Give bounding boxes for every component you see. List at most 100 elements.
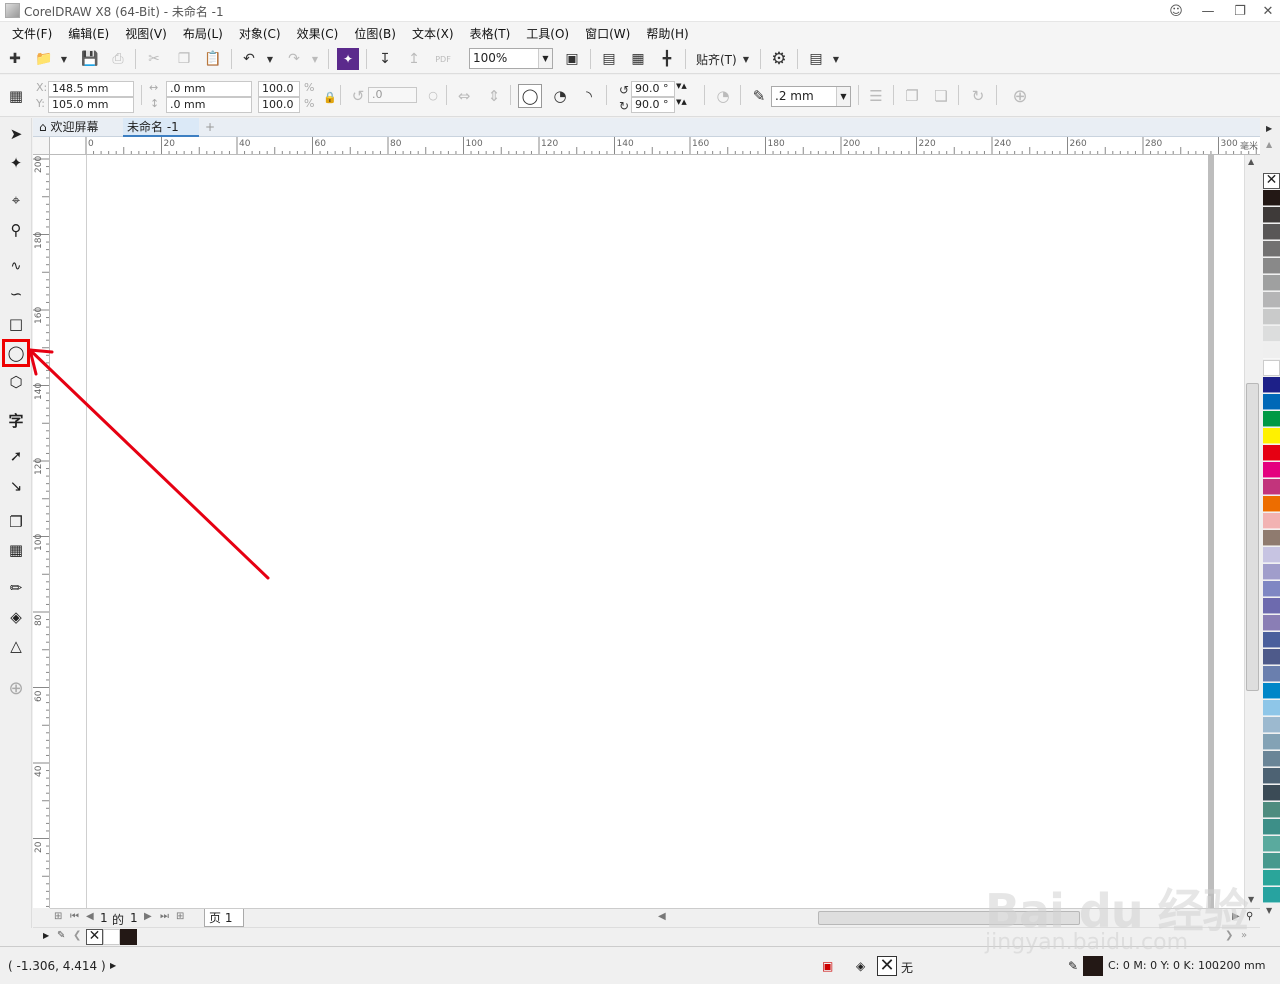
change-direction-icon[interactable]: ◔ bbox=[711, 84, 735, 108]
drop-shadow-tool-icon[interactable]: ❐ bbox=[4, 510, 28, 534]
palette-swatch[interactable] bbox=[1263, 496, 1280, 512]
tab-document[interactable]: 未命名 -1 bbox=[123, 118, 199, 137]
import-icon[interactable]: ↧ bbox=[374, 48, 396, 70]
docpal-scroll-left-icon[interactable]: ❮ bbox=[73, 930, 81, 941]
vertical-scrollbar[interactable]: ▲ ▼ bbox=[1244, 155, 1260, 908]
palette-swatch[interactable] bbox=[1263, 598, 1280, 614]
menu-tools[interactable]: 工具(O) bbox=[518, 25, 577, 42]
mirror-vertical-icon[interactable]: ⇕ bbox=[482, 84, 506, 108]
ruler-origin[interactable] bbox=[33, 137, 50, 155]
first-page-icon[interactable]: ⏮ bbox=[70, 911, 79, 922]
object-origin-icon[interactable]: ▦ bbox=[4, 84, 28, 108]
palette-swatch[interactable] bbox=[1263, 479, 1280, 495]
close-button[interactable]: ✕ bbox=[1252, 0, 1280, 22]
palette-swatch[interactable] bbox=[1263, 887, 1280, 903]
docpal-white-swatch[interactable] bbox=[103, 929, 120, 945]
undo-dropdown-icon[interactable]: ▼ bbox=[266, 52, 274, 66]
scroll-up-icon[interactable]: ▲ bbox=[1248, 157, 1254, 166]
palette-swatch[interactable] bbox=[1263, 343, 1280, 359]
palette-swatch[interactable] bbox=[1263, 411, 1280, 427]
palette-swatch[interactable] bbox=[1263, 615, 1280, 631]
palette-swatch[interactable] bbox=[1263, 445, 1280, 461]
color-eyedropper-tool-icon[interactable]: ✏ bbox=[4, 576, 28, 600]
hscroll-left-icon[interactable]: ◀ bbox=[658, 911, 666, 922]
palette-swatch[interactable] bbox=[1263, 581, 1280, 597]
palette-swatch[interactable] bbox=[1263, 717, 1280, 733]
rotation-angle-field[interactable]: .0 bbox=[368, 87, 417, 103]
fill-none-swatch[interactable]: ✕ bbox=[877, 956, 897, 976]
wrap-text-icon[interactable]: ☰ bbox=[864, 84, 888, 108]
docpal-no-color-swatch[interactable]: ✕ bbox=[86, 929, 103, 945]
palette-swatch[interactable] bbox=[1263, 666, 1280, 682]
x-position-field[interactable]: 148.5 mm bbox=[48, 81, 134, 97]
palette-scroll-up-icon[interactable]: ▲ bbox=[1266, 140, 1272, 149]
menu-object[interactable]: 对象(C) bbox=[231, 25, 289, 42]
palette-swatch[interactable] bbox=[1263, 819, 1280, 835]
no-color-swatch[interactable]: ✕ bbox=[1263, 173, 1280, 189]
open-folder-icon[interactable]: 📁 bbox=[33, 48, 55, 70]
palette-swatch[interactable] bbox=[1263, 836, 1280, 852]
palette-swatch[interactable] bbox=[1263, 207, 1280, 223]
palette-swatch[interactable] bbox=[1263, 700, 1280, 716]
arc-mode-icon[interactable]: ◝ bbox=[577, 84, 601, 108]
copy-icon[interactable]: ❐ bbox=[173, 48, 195, 70]
outline-width-select[interactable]: .2 mm ▼ bbox=[771, 86, 851, 107]
redo-dropdown-icon[interactable]: ▼ bbox=[311, 52, 319, 66]
menu-file[interactable]: 文件(F) bbox=[4, 25, 60, 42]
y-position-field[interactable]: 105.0 mm bbox=[48, 97, 134, 113]
connector-tool-icon[interactable]: ↘ bbox=[4, 474, 28, 498]
palette-swatch[interactable] bbox=[1263, 632, 1280, 648]
menu-edit[interactable]: 编辑(E) bbox=[60, 25, 117, 42]
pie-mode-icon[interactable]: ◔ bbox=[548, 84, 572, 108]
palette-swatch[interactable] bbox=[1263, 768, 1280, 784]
palette-expand-icon[interactable]: ▶ bbox=[1266, 124, 1272, 133]
convert-to-curves-icon[interactable]: ↻ bbox=[966, 84, 990, 108]
palette-swatch[interactable] bbox=[1263, 853, 1280, 869]
zoom-level-select[interactable]: 100% ▼ bbox=[469, 48, 553, 69]
add-tool-icon[interactable]: ⊕ bbox=[4, 676, 28, 700]
tab-welcome-screen[interactable]: ⌂ 欢迎屏幕 bbox=[35, 118, 123, 137]
artistic-media-tool-icon[interactable]: ∽ bbox=[4, 282, 28, 306]
add-property-icon[interactable]: ⊕ bbox=[1008, 84, 1032, 108]
palette-swatch[interactable] bbox=[1263, 683, 1280, 699]
palette-swatch[interactable] bbox=[1263, 428, 1280, 444]
palette-swatch[interactable] bbox=[1263, 394, 1280, 410]
publish-pdf-icon[interactable]: PDF bbox=[432, 48, 454, 70]
transparency-tool-icon[interactable]: ▦ bbox=[4, 538, 28, 562]
palette-swatch[interactable] bbox=[1263, 326, 1280, 342]
end-angle-field[interactable]: 90.0 ° bbox=[631, 97, 675, 113]
status-expand-icon[interactable]: ▶ bbox=[110, 961, 116, 970]
palette-swatch[interactable] bbox=[1263, 564, 1280, 580]
menu-bitmaps[interactable]: 位图(B) bbox=[346, 25, 404, 42]
mirror-horizontal-icon[interactable]: ⇔ bbox=[452, 84, 476, 108]
palette-swatch[interactable] bbox=[1263, 275, 1280, 291]
palette-swatch[interactable] bbox=[1263, 462, 1280, 478]
to-back-icon[interactable]: ❏ bbox=[929, 84, 953, 108]
account-icon[interactable]: ☺ bbox=[1160, 0, 1192, 22]
palette-swatch[interactable] bbox=[1263, 241, 1280, 257]
palette-swatch[interactable] bbox=[1263, 802, 1280, 818]
menu-table[interactable]: 表格(T) bbox=[462, 25, 519, 42]
freehand-tool-icon[interactable]: ∿ bbox=[4, 254, 28, 278]
height-field[interactable]: .0 mm bbox=[166, 97, 252, 113]
start-angle-spinner[interactable]: ▼▲ bbox=[676, 82, 698, 96]
end-angle-spinner[interactable]: ▼▲ bbox=[676, 98, 698, 112]
menu-effects[interactable]: 效果(C) bbox=[289, 25, 347, 42]
drawing-canvas[interactable] bbox=[50, 155, 1244, 908]
docpal-eyedropper-icon[interactable]: ✎ bbox=[57, 930, 65, 941]
cut-icon[interactable]: ✂ bbox=[143, 48, 165, 70]
polygon-tool-icon[interactable]: ⬡ bbox=[4, 370, 28, 394]
to-front-icon[interactable]: ❐ bbox=[900, 84, 924, 108]
add-page-after-icon[interactable]: ⊞ bbox=[176, 911, 184, 922]
launcher-dropdown-icon[interactable]: ▼ bbox=[832, 52, 840, 66]
search-content-icon[interactable]: ✦ bbox=[337, 48, 359, 70]
palette-swatch[interactable] bbox=[1263, 513, 1280, 529]
menu-help[interactable]: 帮助(H) bbox=[638, 25, 696, 42]
palette-scroll-down-icon[interactable]: ▼ bbox=[1266, 906, 1272, 915]
export-icon[interactable]: ↥ bbox=[403, 48, 425, 70]
outline-width-dropdown-icon[interactable]: ▼ bbox=[836, 87, 850, 106]
application-launcher-icon[interactable]: ▤ bbox=[805, 48, 827, 70]
open-dropdown-icon[interactable]: ▼ bbox=[60, 52, 68, 66]
palette-swatch[interactable] bbox=[1263, 292, 1280, 308]
text-tool-icon[interactable]: 字 bbox=[4, 408, 28, 432]
